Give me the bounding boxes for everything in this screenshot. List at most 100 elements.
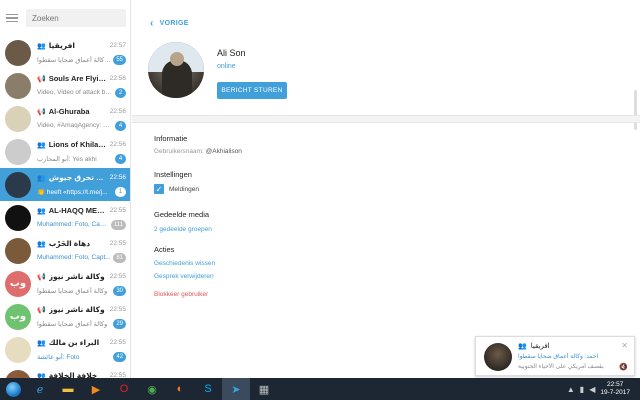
mute-icon[interactable]: 🔇 [619, 363, 628, 371]
clock-date: 19-7-2017 [600, 389, 630, 396]
chat-avatar [5, 72, 31, 99]
chat-item[interactable]: 📢 Al-Ghuraba 22:56 Video, #AmaqAgency: Vi..… [0, 102, 130, 135]
chat-item[interactable]: 👥 حتى تحرق جيوش 22:56 👏 heeft «https://t.me… [0, 168, 130, 201]
media-player-icon[interactable]: ▶ [82, 378, 110, 400]
chat-preview: وكالة أعماق ضحايا سقطوا [37, 287, 108, 295]
notifications-label: Meldingen [169, 185, 199, 193]
scrollbar[interactable] [634, 90, 637, 130]
start-button[interactable] [0, 378, 26, 400]
ie-icon[interactable]: ℯ [26, 378, 54, 400]
chat-avatar [5, 171, 31, 198]
chat-preview: Video, #AmaqAgency: Vi... [37, 122, 113, 129]
notifications-row[interactable]: ✓ Meldingen [154, 184, 199, 194]
firefox-icon[interactable]: ◐ [166, 378, 194, 400]
username-value: @Akhialison [205, 148, 242, 155]
folder-icon[interactable]: ▬ [54, 378, 82, 400]
clock-time: 22:57 [607, 381, 624, 388]
chat-time: 22:55 [109, 207, 126, 214]
system-tray: ▲ ▮ ◀ 22:57 19-7-2017 [567, 381, 640, 397]
chat-name: وكالة ناشر نيوز [48, 305, 105, 314]
chat-item[interactable]: 👥افريقيا 22:57 وكالة أعماق ضحايا سقطوا...5… [0, 36, 130, 69]
opera-icon[interactable]: O [110, 378, 138, 400]
username-label: Gebruikersnaam: [154, 148, 204, 155]
chat-name: دهاة الحَرْب [48, 239, 91, 248]
toast-avatar [484, 343, 512, 371]
unread-badge: 2 [115, 87, 126, 98]
chat-preview: أبو المحارب: Yes akhi [37, 155, 97, 163]
group-icon: 👥 [37, 207, 46, 215]
chat-avatar [5, 336, 31, 363]
clock[interactable]: 22:57 19-7-2017 [600, 381, 630, 397]
chat-time: 22:56 [109, 174, 126, 181]
telegram-icon[interactable]: ➤ [222, 378, 250, 400]
back-label: VORIGE [159, 20, 189, 27]
settings-title: Instellingen [154, 170, 192, 179]
profile-status: online [217, 63, 236, 70]
notification-toast[interactable]: 👥 افريقيا احمد: وكالة أعماق ضحايا سقطوا … [475, 336, 635, 376]
chat-name: البراء بن مالك [48, 338, 100, 347]
block-user-link[interactable]: Blokkeer gebruiker [154, 291, 208, 298]
unread-badge: 4 [115, 153, 126, 164]
clear-history-link[interactable]: Geschiedenis wissen [154, 260, 215, 267]
chat-preview: 👏 heeft «https://t.me/j... [37, 188, 108, 196]
chat-time: 22:55 [109, 339, 126, 346]
chat-preview: وكالة أعماق ضحايا سقطوا [37, 320, 108, 328]
sidebar-topbar [0, 0, 130, 36]
chat-sidebar: 👥 افريقيا 22:57 وكالة أعماق ضحايا سقطوا...5… [0, 0, 131, 378]
network-icon[interactable]: ▮ [580, 385, 584, 394]
toast-line-2: بقصف أمريكي على الأحياء الجنوبية [518, 364, 604, 370]
hamburger-menu-icon[interactable] [6, 11, 20, 25]
profile-avatar[interactable] [148, 42, 204, 98]
calculator-icon[interactable]: ▦ [250, 378, 278, 400]
chat-name: خلافة الخلافة [48, 371, 98, 378]
unread-badge: 1 [115, 186, 126, 197]
chat-name: حتى تحرق جيوش [48, 173, 108, 182]
skype-icon[interactable]: S [194, 378, 222, 400]
chrome-icon[interactable]: ◉ [138, 378, 166, 400]
chat-avatar [5, 204, 31, 231]
tray-arrow-icon[interactable]: ▲ [567, 385, 575, 394]
chat-item[interactable]: 👥 دهاة الحَرْب 22:55 Muhammed: Foto, Capt..… [0, 234, 130, 267]
chat-preview: Muhammed: Foto, Capt... [37, 221, 109, 228]
chat-item[interactable]: 👥 البراء بن مالك 22:55 أبو عائشة: Foto 42 [0, 333, 130, 366]
channel-icon: 📢 [37, 75, 46, 83]
send-message-button[interactable]: BERICHT STUREN [217, 82, 287, 99]
chat-avatar: وب [5, 270, 31, 297]
chat-preview: أبو عائشة: Foto [37, 353, 80, 361]
chat-time: 22:56 [109, 141, 126, 148]
chat-time: 22:55 [109, 240, 126, 247]
unread-badge: 55 [113, 54, 126, 65]
chat-name: Souls Are Flying🌿 [48, 74, 108, 83]
chat-item[interactable]: 📢Souls Are Flying🌿22:56 Video, Video of a… [0, 69, 130, 102]
section-divider [132, 115, 640, 123]
chat-item[interactable]: 👥 Lions of Khilafah 22:56 أبو المحارب: Yes … [0, 135, 130, 168]
chat-preview: وكالة أعماق ضحايا سقطوا... [37, 56, 111, 64]
actions-title: Acties [154, 245, 175, 254]
windows-logo-icon [5, 381, 21, 397]
group-icon: 👥 [37, 240, 46, 248]
chat-avatar [5, 369, 31, 378]
chat-preview: Video, Video of attack by... [37, 89, 113, 96]
chat-name: افريقيا [48, 41, 75, 50]
chat-time: 22:55 [109, 273, 126, 280]
unread-badge: 111 [110, 219, 126, 230]
profile-panel: ‹ VORIGE Ali Son online BERICHT STUREN I… [132, 0, 640, 378]
back-button[interactable]: ‹ VORIGE [150, 18, 189, 29]
group-icon: 👥 [37, 174, 46, 182]
search-input[interactable] [26, 9, 126, 27]
chat-item[interactable]: وب 📢 وكالة ناشر نيوز 22:55 وكالة أعماق ضحايا… [0, 300, 130, 333]
windows-taskbar: ℯ ▬ ▶ O ◉ ◐ S ➤ ▦ ▲ ▮ ◀ 22:57 19-7-2017 [0, 378, 640, 400]
shared-media-title: Gedeelde media [154, 210, 210, 219]
chat-item[interactable]: وب 📢 وكالة ناشر نيوز 22:55 وكالة أعماق ضحايا… [0, 267, 130, 300]
chat-name: وكالة ناشر نيوز [48, 272, 105, 281]
volume-icon[interactable]: ◀ [589, 385, 595, 394]
chat-list: 👥 افريقيا 22:57 وكالة أعماق ضحايا سقطوا...5… [0, 36, 130, 378]
chat-item[interactable]: 👥AL-HAQQ MEDIA ...22:55Muhammed: Foto, C… [0, 201, 130, 234]
group-icon: 👥 [37, 339, 46, 347]
close-icon[interactable]: ✕ [621, 341, 628, 350]
chat-time: 22:57 [109, 42, 126, 49]
shared-groups-link[interactable]: 2 gedeelde groepen [154, 226, 212, 233]
chat-item[interactable]: 👥خلافة الخلافة22:55باسم الله نعرض لكم ال… [0, 366, 130, 378]
delete-chat-link[interactable]: Gesprek verwijderen [154, 273, 214, 280]
notifications-checkbox[interactable]: ✓ [154, 184, 164, 194]
